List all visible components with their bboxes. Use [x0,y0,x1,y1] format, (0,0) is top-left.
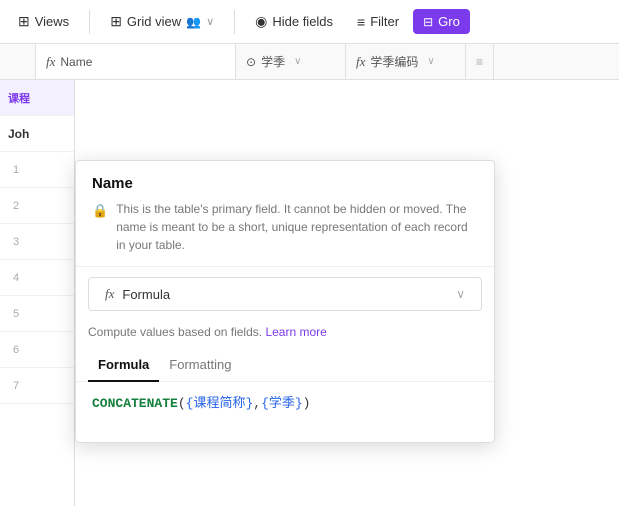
panel-description: 🔒 This is the table's primary field. It … [76,200,494,266]
column-headers: fx Name ⊙ 学季 ∨ fx 学季编码 ∨ ≡ [0,44,619,80]
table-row-6: 6 [0,332,74,368]
grid-icon: ⊞ [110,13,122,30]
group-label: Gro [438,14,460,29]
grid-view-users-icon: 👥 [186,15,201,29]
filter-button[interactable]: ≡ Filter [347,9,409,35]
table-header-row: 课程 [0,80,74,116]
tab-formula[interactable]: Formula [88,349,159,382]
column-header-name[interactable]: fx Name [36,44,236,79]
column-header-season-code[interactable]: fx 学季编码 ∨ [346,44,466,79]
season-code-col-icon: fx [356,54,365,70]
learn-more-row: Compute values based on fields. Learn mo… [76,321,494,349]
hide-fields-label: Hide fields [272,14,333,29]
formula-open-paren: ( [178,396,186,411]
formula-type-chevron-icon: ∨ [456,287,465,301]
formula-type-icon: fx [105,286,114,302]
formula-comma: , [253,396,261,411]
formula-type-left: fx Formula [105,286,170,302]
panel-divider [76,266,494,267]
hide-fields-button[interactable]: ◉ Hide fields [245,8,343,35]
season-code-col-chevron: ∨ [427,56,434,67]
learn-more-link[interactable]: Learn more [265,325,326,339]
filter-icon: ≡ [357,14,365,30]
name-col-icon: fx [46,54,55,70]
table-row-5: 5 [0,296,74,332]
table-row-7: 7 [0,368,74,404]
formula-type-selector[interactable]: fx Formula ∨ [88,277,482,311]
learn-more-text: Compute values based on fields. [88,325,262,339]
table-row-1: 1 [0,152,74,188]
row-check-header [0,44,36,79]
tab-formatting[interactable]: Formatting [159,349,241,382]
table-row-4: 4 [0,260,74,296]
panel-title: Name [76,161,494,200]
row-num-3: 3 [8,236,24,248]
season-col-label: 学季 [261,53,285,70]
row-num-4: 4 [8,272,24,284]
views-button[interactable]: ⊞ Views [8,8,79,35]
extra-col-icon: ≡ [476,55,483,69]
grid-view-label: Grid view [127,14,181,29]
column-header-season[interactable]: ⊙ 学季 ∨ [236,44,346,79]
formula-func-name: CONCATENATE [92,396,178,411]
group-icon: ⊟ [423,15,433,29]
table-header-col1: 课程 [8,90,30,106]
formula-tabs: Formula Formatting [76,349,494,382]
table-area: 课程 Joh 1 2 3 4 5 6 7 [0,80,75,506]
formula-field-ref-2: {学季} [261,396,303,411]
panel-desc-text: This is the table's primary field. It ca… [116,200,478,254]
toolbar-divider-1 [89,10,90,34]
main-area: 课程 Joh 1 2 3 4 5 6 7 Name 🔒 [0,80,619,506]
filter-label: Filter [370,14,399,29]
row-num-1: 1 [8,164,24,176]
table-row-3: 3 [0,224,74,260]
hide-icon: ◉ [255,13,267,30]
grid-view-chevron-icon: ∨ [206,15,214,28]
views-label: Views [35,14,69,29]
lock-icon: 🔒 [92,201,108,221]
table-data-row-joh: Joh [0,116,74,152]
formula-close-paren: ) [303,396,311,411]
formula-type-label: Formula [122,287,170,302]
toolbar-divider-2 [234,10,235,34]
grid-view-button[interactable]: ⊞ Grid view 👥 ∨ [100,8,224,35]
row-num-5: 5 [8,308,24,320]
formula-editor[interactable]: CONCATENATE({课程简称},{学季}) [76,382,494,442]
views-icon: ⊞ [18,13,30,30]
field-editor-panel: Name 🔒 This is the table's primary field… [75,160,495,443]
column-header-extra[interactable]: ≡ [466,44,494,79]
row-num-7: 7 [8,380,24,392]
row-num-2: 2 [8,200,24,212]
season-code-col-label: 学季编码 [370,53,418,70]
name-col-label: Name [60,55,92,69]
season-col-icon: ⊙ [246,55,256,69]
row-num-6: 6 [8,344,24,356]
toolbar: ⊞ Views ⊞ Grid view 👥 ∨ ◉ Hide fields ≡ … [0,0,619,44]
season-col-chevron: ∨ [294,56,301,67]
group-button[interactable]: ⊟ Gro [413,9,470,34]
formula-field-ref-1: {课程简称} [186,396,254,411]
table-row-2: 2 [0,188,74,224]
table-cell-joh: Joh [8,127,29,141]
